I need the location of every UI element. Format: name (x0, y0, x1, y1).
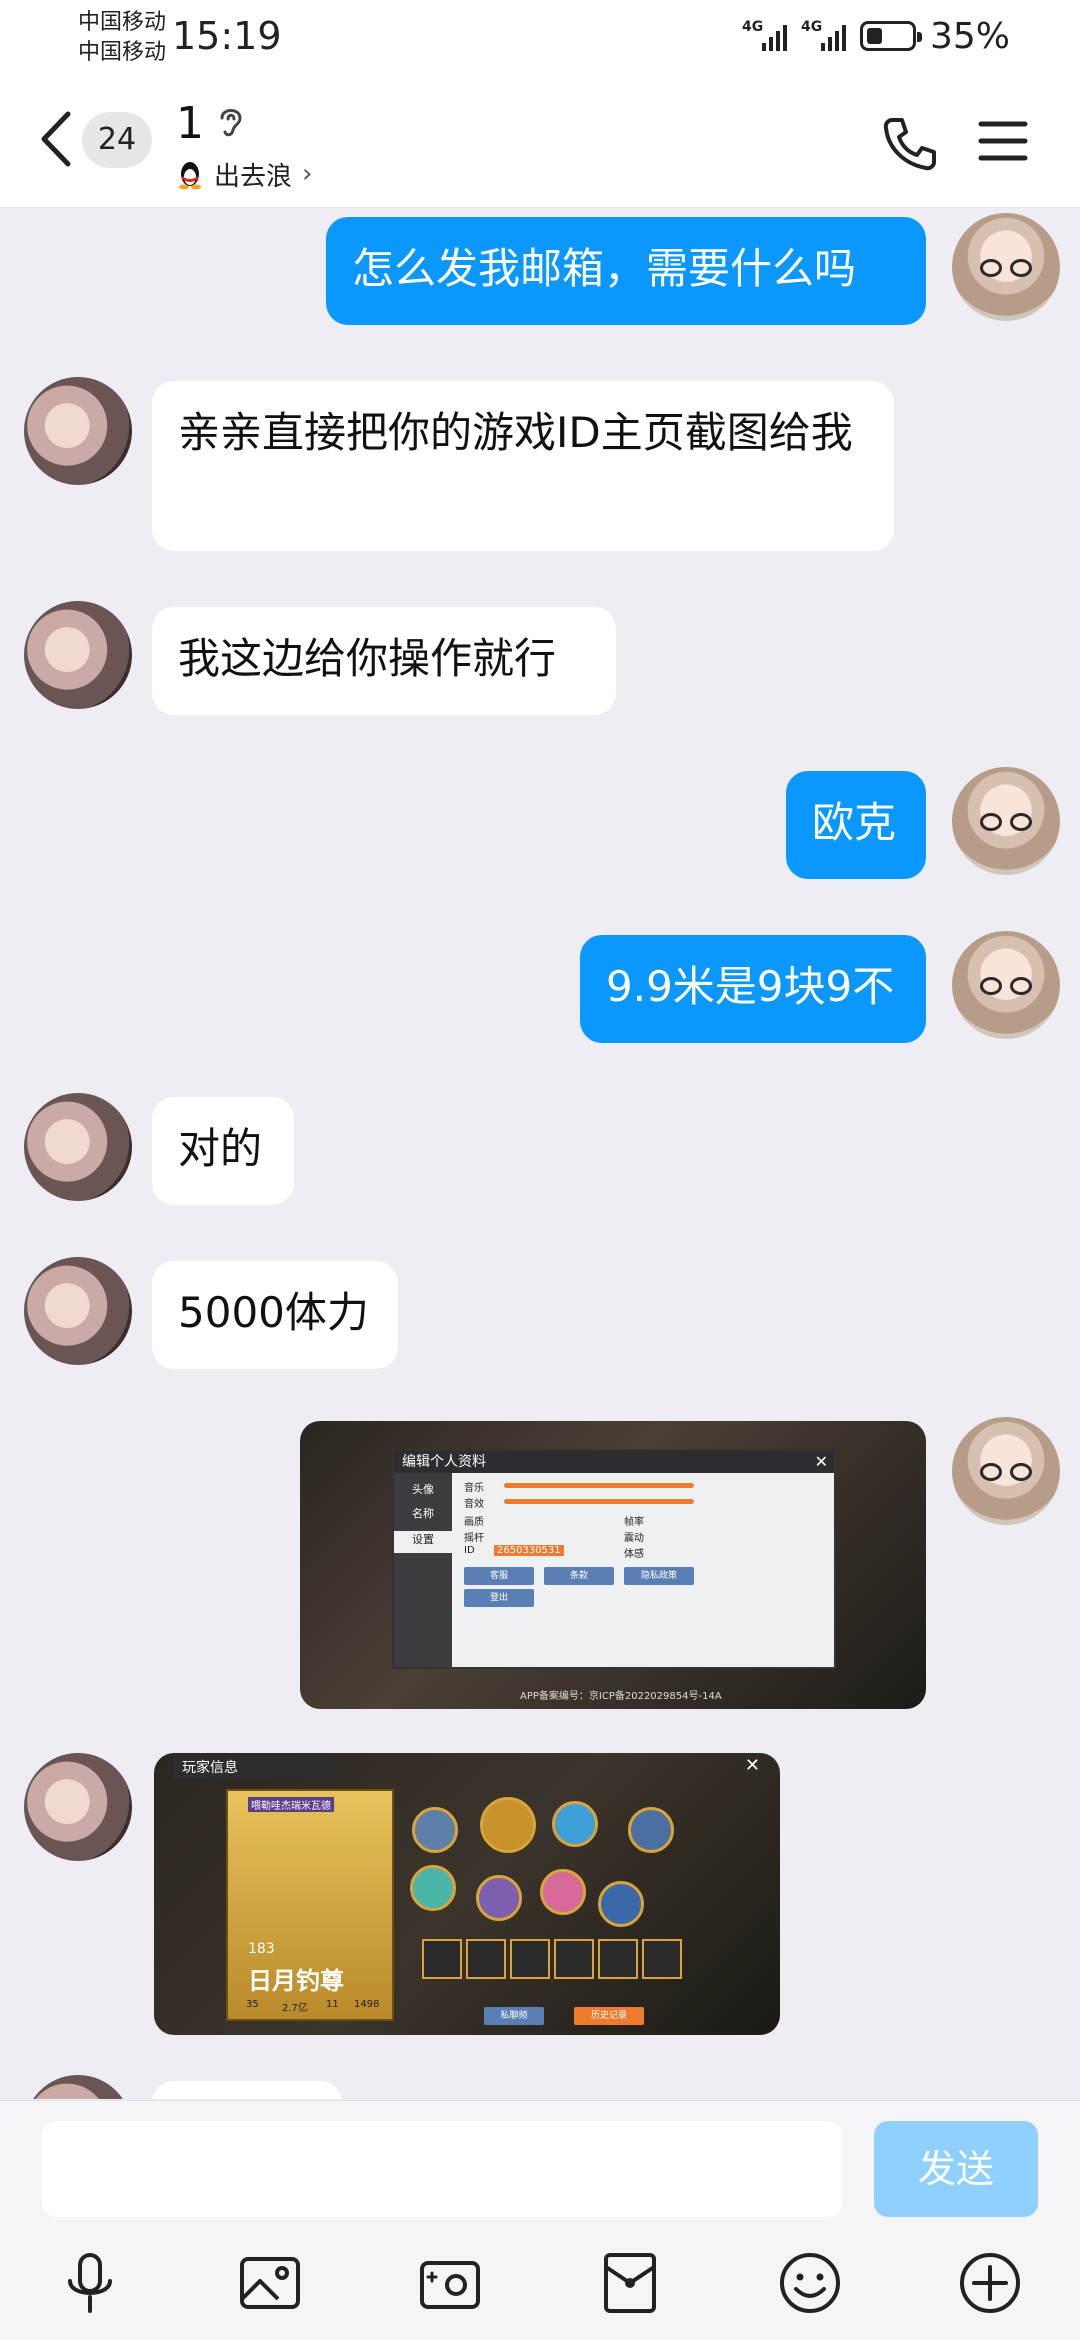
carrier-2: 中国移动 (78, 40, 167, 65)
item-slot (554, 1939, 594, 1979)
image-message-settings[interactable]: 编辑个人资料 ✕ 头像 名称 设置 音乐 音效 画质 帧率 摇杆 震动 ID 2… (300, 1421, 926, 1709)
item-slot (466, 1939, 506, 1979)
item-slot (422, 1939, 462, 1979)
chat-header: 24 1 出去浪 › (0, 78, 1080, 208)
message-bubble-outgoing[interactable]: 怎么发我邮箱，需要什么吗 (326, 217, 926, 325)
menu-icon[interactable] (978, 118, 1028, 164)
phone-icon[interactable] (880, 114, 940, 174)
avatar-self[interactable] (952, 213, 1060, 321)
battery-icon (859, 21, 922, 51)
image-message-profile[interactable]: 玩家信息 ✕ 喂勒哇杰瑞米瓦德 183 日月钓尊 35 2.7亿 11 1498… (154, 1753, 780, 2035)
carrier-1: 中国移动 (78, 10, 167, 35)
message-bubble-incoming[interactable] (152, 2081, 342, 2099)
input-bar: 发送 (0, 2100, 1080, 2340)
status-bar: 中国移动 中国移动 15:19 4G 4G 35% (0, 0, 1080, 78)
avatar-contact[interactable] (24, 1257, 132, 1365)
row-vibrate: 震动 (624, 1533, 644, 1544)
row-motion: 体感 (624, 1549, 644, 1560)
avatar-contact[interactable] (24, 1753, 132, 1861)
red-packet-icon[interactable] (598, 2251, 662, 2315)
row-quality: 画质 (464, 1517, 484, 1528)
achievement-badge (540, 1869, 586, 1915)
signal-icon-2: 4G (801, 19, 846, 51)
btn-privacy: 隐私政策 (624, 1567, 694, 1585)
profile-panel-title: 玩家信息 (174, 1757, 334, 1779)
achievement-badge (412, 1807, 458, 1853)
image-icon[interactable] (238, 2251, 302, 2315)
chat-subtitle: 出去浪 (214, 161, 293, 192)
message-bubble-outgoing[interactable]: 9.9米是9块9不 (580, 935, 926, 1043)
close-icon: ✕ (744, 1755, 760, 1776)
message-input[interactable] (42, 2121, 842, 2217)
plus-icon[interactable] (958, 2251, 1022, 2315)
tab-avatar: 头像 (412, 1483, 434, 1496)
btn-logout: 登出 (464, 1589, 534, 1607)
item-slot (642, 1939, 682, 1979)
avatar-contact[interactable] (24, 2075, 132, 2099)
avatar-self[interactable] (952, 1417, 1060, 1525)
row-fps: 帧率 (624, 1517, 644, 1528)
item-slot (598, 1939, 638, 1979)
stat-1: 35 (246, 1999, 259, 2010)
achievement-badge (598, 1881, 644, 1927)
chat-title[interactable]: 1 (176, 98, 204, 149)
player-level: 183 (248, 1941, 275, 1957)
stat-2: 2.7亿 (282, 2003, 308, 2014)
achievement-badge (552, 1801, 598, 1847)
item-slot (510, 1939, 550, 1979)
btn-service: 客服 (464, 1567, 534, 1585)
btn-history: 历史记录 (574, 2007, 644, 2025)
message-bubble-incoming[interactable]: 亲亲直接把你的游戏ID主页截图给我 (152, 381, 894, 551)
carrier-labels: 中国移动 中国移动 (78, 8, 166, 68)
send-button[interactable]: 发送 (874, 2121, 1038, 2217)
qq-penguin-icon (179, 162, 201, 190)
close-icon: ✕ (814, 1452, 828, 1471)
back-arrow-icon[interactable] (36, 108, 76, 170)
achievement-badge (628, 1807, 674, 1853)
clock: 15:19 (172, 14, 282, 58)
tab-name: 名称 (412, 1507, 434, 1520)
message-bubble-incoming[interactable]: 5000体力 (152, 1261, 398, 1369)
achievement-badge (410, 1865, 456, 1911)
ear-icon (220, 109, 242, 137)
unread-count-badge[interactable]: 24 (82, 112, 152, 168)
player-name: 喂勒哇杰瑞米瓦德 (248, 1797, 334, 1812)
avatar-self[interactable] (952, 931, 1060, 1039)
avatar-contact[interactable] (24, 377, 132, 485)
settings-footer: APP备案编号：京ICP备2022029854号-14A (520, 1691, 722, 1702)
avatar-contact[interactable] (24, 601, 132, 709)
camera-icon[interactable] (418, 2251, 482, 2315)
row-sfx: 音效 (464, 1499, 484, 1510)
settings-panel-title: 编辑个人资料 (394, 1451, 834, 1473)
rank-title: 日月钓尊 (248, 1967, 344, 1995)
row-id: ID (464, 1545, 475, 1556)
chevron-right-icon: › (302, 159, 313, 189)
avatar-contact[interactable] (24, 1093, 132, 1201)
microphone-icon[interactable] (58, 2251, 122, 2315)
battery-percent: 35% (929, 15, 1010, 57)
emoji-icon[interactable] (778, 2251, 842, 2315)
tab-settings: 设置 (394, 1531, 452, 1553)
player-card: 喂勒哇杰瑞米瓦德 183 日月钓尊 35 2.7亿 11 1498 (226, 1789, 394, 2021)
message-bubble-incoming[interactable]: 我这边给你操作就行 (152, 607, 616, 715)
btn-private-chat: 私聊频 (484, 2007, 544, 2025)
id-value: 2650330531 (494, 1545, 564, 1556)
row-music: 音乐 (464, 1483, 484, 1494)
row-joystick: 摇杆 (464, 1533, 484, 1544)
chat-subtitle-row[interactable]: 出去浪 › (176, 156, 312, 192)
settings-panel: 编辑个人资料 ✕ 头像 名称 设置 音乐 音效 画质 帧率 摇杆 震动 ID 2… (392, 1449, 836, 1669)
signal-icon-1: 4G (742, 19, 787, 51)
btn-terms: 条款 (544, 1567, 614, 1585)
achievement-badge (476, 1875, 522, 1921)
status-icons: 4G 4G 35% (742, 14, 1010, 58)
stat-3: 11 (326, 1999, 339, 2010)
avatar-self[interactable] (952, 767, 1060, 875)
message-bubble-outgoing[interactable]: 欧克 (786, 771, 926, 879)
stat-4: 1498 (354, 1999, 380, 2010)
message-list[interactable]: 怎么发我邮箱，需要什么吗 亲亲直接把你的游戏ID主页截图给我 我这边给你操作就行… (0, 209, 1080, 2099)
achievement-badge (480, 1797, 536, 1853)
message-bubble-incoming[interactable]: 对的 (152, 1097, 294, 1205)
